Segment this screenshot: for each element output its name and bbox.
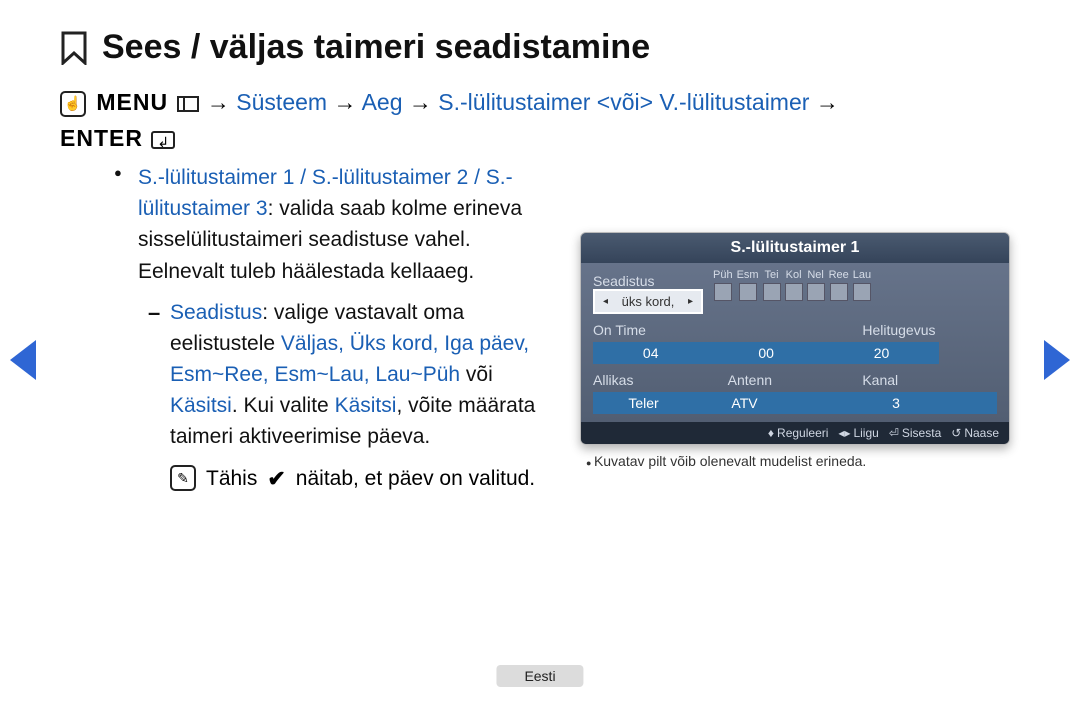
ontime-hour[interactable]: 04 [593, 342, 708, 364]
updown-icon: ♦ [768, 426, 774, 440]
day-mon[interactable]: Esm [737, 269, 759, 301]
volume-value[interactable]: 20 [824, 342, 939, 364]
footer-move: ◂▸Liigu [838, 426, 878, 440]
sub-bullet-seadistus: Seadistus: valige vastavalt oma eelistus… [110, 297, 556, 452]
touch-icon: ☝ [60, 91, 86, 117]
ontime-label: On Time [593, 322, 862, 340]
channel-label: Kanal [862, 372, 997, 390]
day-tue[interactable]: Tei [763, 269, 781, 301]
footer-enter: ⏎Sisesta [889, 426, 941, 440]
leftright-icon: ◂▸ [838, 426, 850, 440]
day-thu[interactable]: Nel [807, 269, 825, 301]
check-icon: ✔ [267, 462, 285, 495]
antenna-value[interactable]: ATV [694, 392, 795, 414]
setup-value: üks kord, [622, 294, 675, 309]
channel-value[interactable]: 3 [795, 392, 997, 414]
return-icon: ↺ [951, 426, 961, 440]
enter-label: ENTER [60, 125, 143, 151]
osd-title: S.-lülitustaimer 1 [581, 233, 1009, 263]
day-sun[interactable]: Püh [713, 269, 733, 301]
main-bullet: S.-lülitustaimer 1 / S.-lülitustaimer 2 … [110, 162, 556, 286]
note-icon: ✎ [170, 465, 196, 491]
menu-label: MENU [96, 89, 168, 115]
setup-select[interactable]: ◂ üks kord, ▸ [593, 289, 703, 314]
menu-icon [177, 96, 199, 112]
language-badge: Eesti [496, 665, 583, 687]
breadcrumb: ☝ MENU → Süsteem → Aeg → S.-lülitustaime… [60, 85, 1020, 156]
source-value[interactable]: Teler [593, 392, 694, 414]
next-page-arrow[interactable] [1044, 340, 1070, 380]
path-step-timer: S.-lülitustaimer <või> V.-lülitustaimer [438, 89, 809, 115]
osd-footer: ♦Reguleeri ◂▸Liigu ⏎Sisesta ↺Naase [581, 422, 1009, 444]
footer-adjust: ♦Reguleeri [768, 426, 829, 440]
day-sat[interactable]: Lau [853, 269, 871, 301]
antenna-label: Antenn [728, 372, 863, 390]
day-wed[interactable]: Kol [785, 269, 803, 301]
osd-panel: S.-lülitustaimer 1 Seadistus ◂ üks kord,… [580, 232, 1010, 445]
bookmark-icon [60, 31, 88, 65]
setup-label: Seadistus [593, 273, 703, 289]
path-step-time: Aeg [362, 89, 403, 115]
osd-caption: Kuvatav pilt võib olenevalt mudelist eri… [580, 453, 1020, 469]
path-step-system: Süsteem [236, 89, 327, 115]
chevron-left-icon: ◂ [603, 299, 608, 305]
page-title: Sees / väljas taimeri seadistamine [102, 28, 650, 67]
prev-page-arrow[interactable] [10, 340, 36, 380]
enter-icon [151, 131, 175, 149]
note-row: ✎ Tähis ✔ näitab, et päev on valitud. [110, 462, 556, 495]
day-fri[interactable]: Ree [829, 269, 849, 301]
ontime-min[interactable]: 00 [708, 342, 823, 364]
volume-label: Helitugevus [862, 322, 997, 340]
chevron-right-icon: ▸ [688, 299, 693, 305]
source-label: Allikas [593, 372, 728, 390]
enter-small-icon: ⏎ [889, 426, 899, 440]
footer-return: ↺Naase [951, 426, 999, 440]
